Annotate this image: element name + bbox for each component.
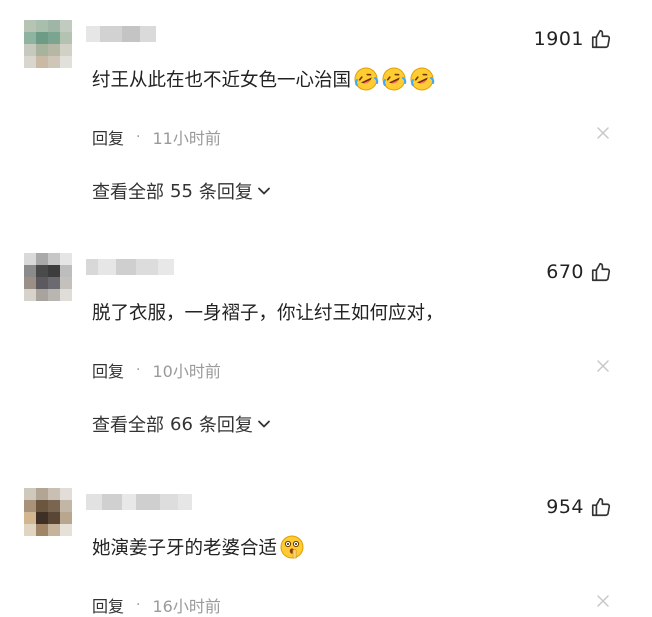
view-replies-prefix: 查看全部 [92,415,164,436]
thumbs-up-icon[interactable] [590,261,612,283]
username-blurred[interactable] [86,494,192,510]
chevron-down-icon [258,420,270,428]
avatar[interactable] [24,488,72,536]
comment-text: 她演姜子牙的老婆合适 [92,534,305,560]
comment-meta: 回复 · 16小时前 [92,593,221,617]
thumbs-up-icon[interactable] [590,496,612,518]
shushing-face-emoji [280,535,304,559]
comment-text-content: 她演姜子牙的老婆合适 [92,538,278,559]
reply-count: 55 [170,180,193,202]
close-icon[interactable] [596,359,610,373]
comment-text-content: 脱了衣服，一身褶子，你让纣王如何应对， [92,303,444,324]
meta-separator: · [136,597,141,613]
view-all-replies-button[interactable]: 查看全部 55 条回复 [92,178,271,204]
reply-button[interactable]: 回复 [92,358,124,382]
comment-time: 11小时前 [152,129,221,148]
comment-meta: 回复 · 10小时前 [92,358,221,382]
view-replies-suffix: 条回复 [198,415,253,436]
username-blurred[interactable] [86,259,174,275]
thumbs-up-icon[interactable] [590,28,612,50]
reply-button[interactable]: 回复 [92,125,124,149]
close-icon[interactable] [596,126,610,140]
reply-button[interactable]: 回复 [92,593,124,617]
chevron-down-icon [258,187,270,195]
reply-count: 66 [170,413,193,435]
view-replies-prefix: 查看全部 [92,182,164,203]
comment-text-content: 纣王从此在也不近女色一心治国 [92,70,352,91]
like-count: 670 [546,261,584,283]
view-replies-suffix: 条回复 [198,182,253,203]
meta-separator: · [136,362,141,378]
rolling-laughing-emoji [382,67,407,91]
rolling-laughing-emoji [354,67,379,91]
comment-time: 10小时前 [152,362,221,381]
view-all-replies-button[interactable]: 查看全部 66 条回复 [92,411,271,437]
username-blurred[interactable] [86,26,156,42]
comment-meta: 回复 · 11小时前 [92,125,221,149]
meta-separator: · [136,129,141,145]
like-area[interactable]: 670 [546,261,612,283]
comment-text: 脱了衣服，一身褶子，你让纣王如何应对， [92,299,444,325]
like-count: 954 [546,496,584,518]
comment-time: 16小时前 [152,597,221,616]
like-area[interactable]: 954 [546,496,612,518]
like-count: 1901 [533,28,584,50]
rolling-laughing-emoji [410,67,435,91]
comment-text: 纣王从此在也不近女色一心治国 [92,66,435,92]
avatar[interactable] [24,253,72,301]
like-area[interactable]: 1901 [534,28,612,50]
avatar[interactable] [24,20,72,68]
close-icon[interactable] [596,594,610,608]
